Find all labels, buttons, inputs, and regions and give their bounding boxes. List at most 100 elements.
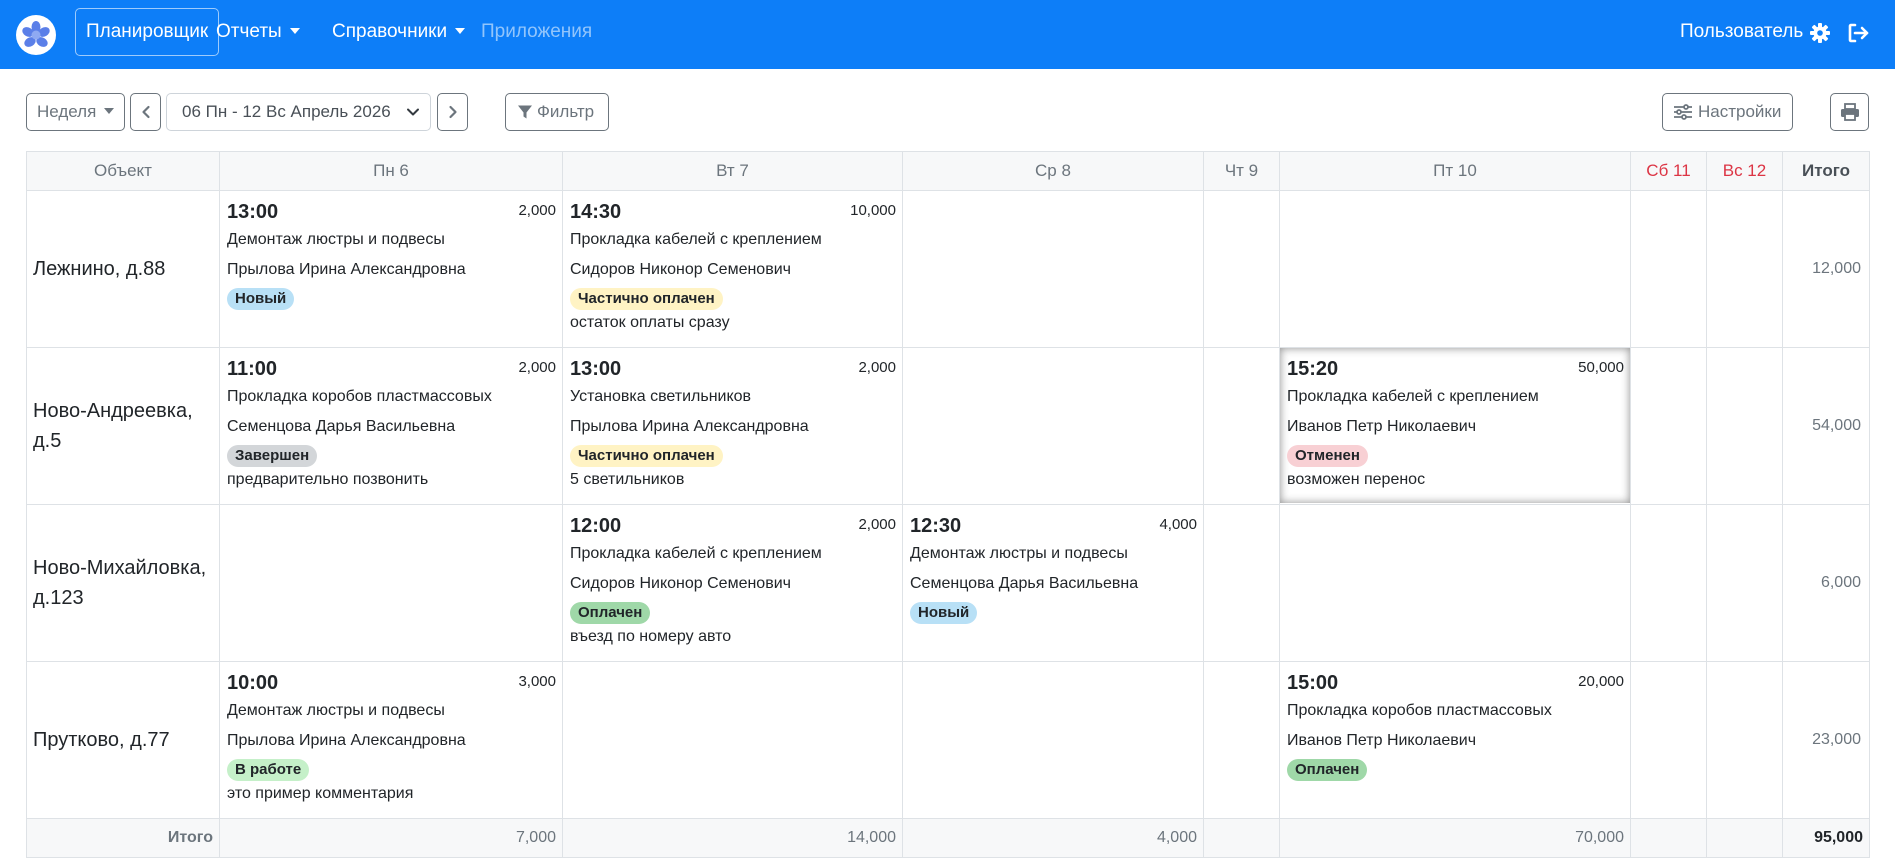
footer-day-total (1630, 818, 1707, 858)
view-select-dropdown[interactable]: Неделя (26, 93, 125, 131)
nav-directories-dropdown[interactable]: Справочники (332, 8, 466, 56)
event-work: Прокладка коробов пластмассовых (1287, 702, 1552, 719)
day-cell[interactable]: 13:00 2,000 Установка светильников Прылова … (562, 347, 903, 505)
day-cell[interactable]: 15:20 50,000 Прокладка кабелей с крепление… (1279, 347, 1631, 505)
day-cell[interactable] (1630, 504, 1707, 662)
day-cell[interactable] (1630, 347, 1707, 505)
header-day: Ср 8 (902, 151, 1204, 191)
date-range-select[interactable]: 06 Пн - 12 Вс Апрель 2026 (166, 93, 431, 131)
event-card[interactable]: 14:30 10,000 Прокладка кабелей с крепление… (563, 191, 902, 346)
nav-user[interactable]: Пользователь (1680, 8, 1803, 56)
day-cell[interactable] (1279, 190, 1631, 348)
row-total: 23,000 (1782, 661, 1870, 819)
table-row: Прутково, д.77 10:00 3,000 Демонтаж люстры … (26, 661, 1870, 819)
nav-apps[interactable]: Приложения (481, 8, 592, 56)
header-weekend-day: Сб 11 (1630, 151, 1707, 191)
prev-week-button[interactable] (130, 93, 161, 131)
day-cell[interactable]: 15:00 20,000 Прокладка коробов пластмассов… (1279, 661, 1631, 819)
row-total: 6,000 (1782, 504, 1870, 662)
filter-button[interactable]: Фильтр (505, 93, 609, 131)
object-name[interactable]: Ново-Михайловка, д.123 (26, 504, 220, 662)
event-note: предварительно позвонить (227, 471, 429, 488)
sign-out-icon[interactable] (1846, 21, 1870, 45)
event-work: Установка светильников (570, 388, 752, 405)
date-range-label: 06 Пн - 12 Вс Апрель 2026 (182, 102, 391, 121)
day-cell[interactable] (562, 661, 903, 819)
day-cell[interactable] (1630, 190, 1707, 348)
event-amount: 2,000 (858, 516, 896, 533)
app-logo-icon[interactable] (16, 15, 56, 55)
filter-icon (518, 105, 532, 119)
event-card[interactable]: 15:00 20,000 Прокладка коробов пластмассов… (1280, 662, 1630, 817)
header-day: Пт 10 (1279, 151, 1631, 191)
event-note: возможен перенос (1287, 471, 1426, 488)
day-cell[interactable] (1706, 504, 1783, 662)
nav-planner[interactable]: Планировщик (75, 8, 220, 56)
event-person: Прылова Ирина Александровна (227, 261, 466, 278)
header-day: Чт 9 (1203, 151, 1280, 191)
event-time: 12:30 (910, 515, 962, 537)
nav-reports-dropdown[interactable]: Отчеты (216, 8, 300, 56)
object-name[interactable]: Лежнино, д.88 (26, 190, 220, 348)
event-card[interactable]: 15:20 50,000 Прокладка кабелей с крепление… (1280, 348, 1630, 503)
event-person: Прылова Ирина Александровна (570, 418, 809, 435)
settings-button-label: Настройки (1698, 102, 1782, 121)
event-amount: 2,000 (518, 202, 556, 219)
day-cell[interactable] (1706, 190, 1783, 348)
event-time: 10:00 (227, 672, 279, 694)
day-cell[interactable] (219, 504, 563, 662)
footer-day-total (1203, 818, 1280, 858)
row-total: 12,000 (1782, 190, 1870, 348)
day-cell[interactable]: 11:00 2,000 Прокладка коробов пластмассовы… (219, 347, 563, 505)
event-work: Демонтаж люстры и подвесы (227, 702, 445, 719)
day-cell[interactable] (1279, 504, 1631, 662)
day-cell[interactable] (1203, 347, 1280, 505)
print-button[interactable] (1830, 93, 1869, 131)
event-card[interactable]: 12:30 4,000 Демонтаж люстры и подвесы Семен… (903, 505, 1203, 660)
header-total: Итого (1782, 151, 1870, 191)
event-note: 5 светильников (570, 471, 685, 488)
settings-button[interactable]: Настройки (1662, 93, 1793, 131)
event-work: Прокладка коробов пластмассовых (227, 388, 492, 405)
footer-row: Итого 7,000 14,000 4,000 70,000 95,000 (26, 818, 1870, 858)
day-cell[interactable]: 14:30 10,000 Прокладка кабелей с крепление… (562, 190, 903, 348)
day-cell[interactable] (902, 190, 1204, 348)
day-cell[interactable] (1630, 661, 1707, 819)
event-card[interactable]: 11:00 2,000 Прокладка коробов пластмассовы… (220, 348, 562, 503)
chevron-left-icon (141, 105, 150, 119)
event-time: 14:30 (570, 201, 622, 223)
status-badge: Оплачен (570, 602, 651, 624)
object-name[interactable]: Прутково, д.77 (26, 661, 220, 819)
header-day: Вт 7 (562, 151, 903, 191)
day-cell[interactable] (1203, 190, 1280, 348)
table-row: Ново-Михайловка, д.123 12:00 2,000 Прокладк… (26, 504, 1870, 662)
next-week-button[interactable] (437, 93, 468, 131)
status-badge: Завершен (227, 445, 318, 467)
top-navbar: Планировщик Отчеты Справочники Приложени… (0, 0, 1895, 69)
event-person: Семенцова Дарья Васильевна (227, 418, 456, 435)
event-amount: 3,000 (518, 673, 556, 690)
event-card[interactable]: 10:00 3,000 Демонтаж люстры и подвесы Прыло… (220, 662, 562, 817)
object-name[interactable]: Ново-Андреевка, д.5 (26, 347, 220, 505)
chevron-down-icon (289, 28, 300, 34)
day-cell[interactable]: 12:30 4,000 Демонтаж люстры и подвесы Семен… (902, 504, 1204, 662)
day-cell[interactable] (1706, 347, 1783, 505)
gear-icon[interactable] (1808, 21, 1832, 45)
day-cell[interactable] (1203, 504, 1280, 662)
event-work: Прокладка кабелей с креплением (570, 231, 822, 248)
header-weekend-day: Вс 12 (1706, 151, 1783, 191)
footer-day-total: 4,000 (902, 818, 1204, 858)
planner-grid: Объект Пн 6 Вт 7 Ср 8 Чт 9 Пт 10 Сб 11 В… (26, 151, 1870, 858)
event-card[interactable]: 13:00 2,000 Установка светильников Прылова … (563, 348, 902, 503)
day-cell[interactable] (902, 661, 1204, 819)
footer-day-total (1706, 818, 1783, 858)
day-cell[interactable]: 13:00 2,000 Демонтаж люстры и подвесы Прыло… (219, 190, 563, 348)
day-cell[interactable] (1706, 661, 1783, 819)
event-note: въезд по номеру авто (570, 628, 732, 645)
day-cell[interactable] (902, 347, 1204, 505)
event-card[interactable]: 12:00 2,000 Прокладка кабелей с креплением… (563, 505, 902, 660)
day-cell[interactable]: 12:00 2,000 Прокладка кабелей с креплением… (562, 504, 903, 662)
day-cell[interactable]: 10:00 3,000 Демонтаж люстры и подвесы Прыло… (219, 661, 563, 819)
event-card[interactable]: 13:00 2,000 Демонтаж люстры и подвесы Прыло… (220, 191, 562, 346)
day-cell[interactable] (1203, 661, 1280, 819)
